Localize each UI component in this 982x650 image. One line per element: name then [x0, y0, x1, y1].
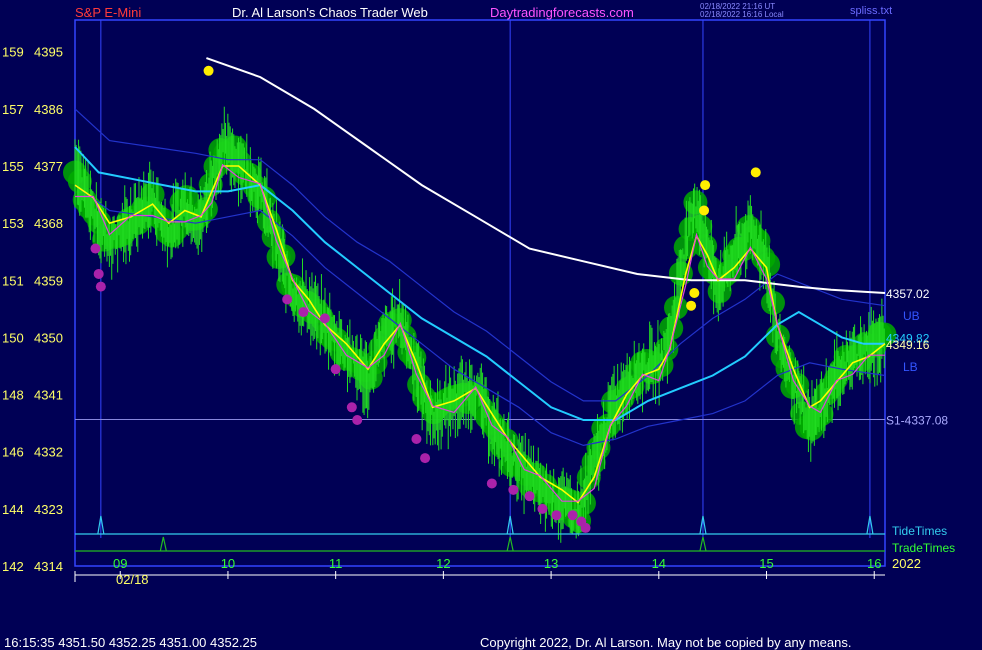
- y-tick-label-left: 150: [2, 330, 24, 345]
- trade-time-spike: [506, 536, 514, 552]
- sell-signal-dot: [330, 364, 341, 375]
- y-tick-label-left: 151: [2, 273, 24, 288]
- price-bars-group: [74, 106, 885, 543]
- y-tick-label-price: 4395: [34, 45, 63, 60]
- y-tick-label-left: 144: [2, 502, 24, 517]
- y-tick-label-left: 148: [2, 388, 24, 403]
- site-link[interactable]: Daytradingforecasts.com: [490, 5, 634, 20]
- y-tick-label-price: 4368: [34, 216, 63, 231]
- sell-signal-dot: [486, 478, 497, 489]
- last-quote: 16:15:35 4351.50 4352.25 4351.00 4352.25: [4, 635, 258, 650]
- trade-time-spike: [159, 536, 167, 552]
- sell-signal-dot: [352, 414, 363, 425]
- y-tick-label-price: 4386: [34, 102, 63, 117]
- sell-signal-dot: [411, 434, 422, 445]
- x-tick-label: 12: [436, 556, 450, 571]
- y-tick-label-left: 155: [2, 159, 24, 174]
- x-tick-label: 14: [652, 556, 666, 571]
- sell-signal-dot: [95, 281, 106, 292]
- x-tick-label: 15: [759, 556, 773, 571]
- price-chart: TideTimes TradeTimes 159 4395 157 4386 155 4377…: [2, 19, 955, 587]
- y-tick-label-price: 4350: [34, 330, 63, 345]
- site-title: Dr. Al Larson's Chaos Trader Web: [232, 5, 428, 20]
- sell-signal-dot: [508, 484, 519, 495]
- buy-signal-dot: [203, 65, 214, 76]
- sell-signal-dot: [282, 294, 293, 305]
- y-tick-label-left: 146: [2, 445, 24, 460]
- x-tick-label: 09: [113, 556, 127, 571]
- sell-signal-dot: [420, 453, 431, 464]
- date-label: 02/18: [116, 572, 149, 587]
- price-glow-group: [63, 135, 897, 533]
- y-tick-label-price: 4359: [34, 273, 63, 288]
- sell-signal-dot: [580, 522, 591, 533]
- sell-signal-dot: [93, 268, 104, 279]
- copyright-notice: Copyright 2022, Dr. Al Larson. May not b…: [480, 635, 852, 650]
- y-tick-label-left: 142: [2, 559, 24, 574]
- price-label: S1-4337.08: [886, 413, 948, 427]
- x-tick-label: 13: [544, 556, 558, 571]
- x-tick-label: 10: [221, 556, 235, 571]
- y-tick-label-price: 4332: [34, 445, 63, 460]
- plot-frame: [74, 19, 886, 567]
- x-tick-label: 16: [867, 556, 881, 571]
- sell-signal-dot: [346, 402, 357, 413]
- price-label: LB: [903, 360, 918, 374]
- price-label: 4357.02: [886, 287, 930, 301]
- sell-signal-dot: [298, 307, 309, 318]
- long-average-line: [206, 57, 886, 294]
- y-tick-label-price: 4341: [34, 388, 63, 403]
- y-tick-label-price: 4377: [34, 159, 63, 174]
- tide-times-label: TideTimes: [892, 524, 947, 538]
- y-tick-label-left: 153: [2, 216, 24, 231]
- sell-signal-dot: [90, 243, 101, 254]
- year-label: 2022: [892, 556, 921, 571]
- buy-signal-dot: [689, 288, 700, 298]
- trade-times-label: TradeTimes: [892, 541, 955, 555]
- x-tick-label: 11: [329, 556, 343, 571]
- sell-signal-dot: [319, 313, 330, 324]
- sell-signal-dot: [524, 491, 535, 502]
- y-tick-label-left: 157: [2, 102, 24, 117]
- y-tick-label-price: 4323: [34, 502, 63, 517]
- timestamp-local: 02/18/2022 16:16 Local: [700, 10, 784, 19]
- sell-signal-dot: [567, 510, 578, 521]
- y-tick-label-price: 4314: [34, 559, 63, 574]
- buy-signal-dot: [700, 180, 711, 191]
- sell-signal-dot: [551, 510, 562, 521]
- buy-signal-dot: [750, 167, 761, 178]
- y-tick-label-left: 159: [2, 45, 24, 60]
- price-label: UB: [903, 309, 920, 323]
- sell-signal-dot: [537, 503, 548, 514]
- data-file-label: spliss.txt: [850, 5, 893, 17]
- symbol-title: S&P E-Mini: [75, 5, 142, 20]
- buy-signal-dot: [699, 205, 710, 216]
- buy-signal-dot: [686, 300, 697, 311]
- price-label: 4349.16: [886, 338, 930, 352]
- trade-time-spike: [699, 536, 707, 552]
